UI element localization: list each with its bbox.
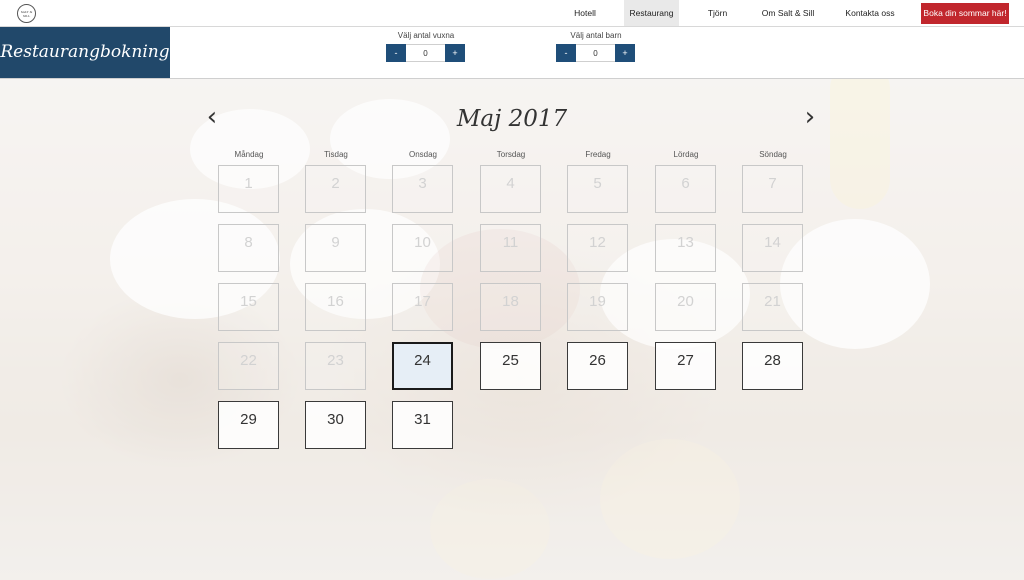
children-counter: Välj antal barn - + <box>556 30 636 62</box>
calendar-day[interactable]: 27 <box>655 342 716 390</box>
calendar-day: 22 <box>218 342 279 390</box>
top-navigation: SALT & SILL Hotell Restaurang Tjörn Om S… <box>0 0 1024 27</box>
calendar-day: 12 <box>567 224 628 272</box>
calendar-day: 10 <box>392 224 453 272</box>
calendar-day: 4 <box>480 165 541 213</box>
calendar-day: 6 <box>655 165 716 213</box>
calendar-day: 8 <box>218 224 279 272</box>
children-label: Välj antal barn <box>570 31 622 40</box>
calendar-day: 20 <box>655 283 716 331</box>
logo[interactable]: SALT & SILL <box>17 4 36 23</box>
page-title: Restaurangbokning <box>0 27 170 78</box>
children-input[interactable] <box>576 44 615 62</box>
calendar-day: 9 <box>305 224 366 272</box>
calendar-day[interactable]: 30 <box>305 401 366 449</box>
children-plus-button[interactable]: + <box>615 44 635 62</box>
calendar-day: 17 <box>392 283 453 331</box>
nav-item-tjorn[interactable]: Tjörn <box>699 0 736 26</box>
adults-counter: Välj antal vuxna - + <box>386 30 466 62</box>
calendar-day-today[interactable]: 24 <box>392 342 453 390</box>
nav-item-restaurang[interactable]: Restaurang <box>624 0 679 26</box>
weekday-label: Torsdag <box>496 150 526 159</box>
weekday-label: Tisdag <box>324 150 348 159</box>
calendar-day: 13 <box>655 224 716 272</box>
weekday-label: Lördag <box>673 150 699 159</box>
children-stepper: - + <box>556 44 636 62</box>
calendar-day: 7 <box>742 165 803 213</box>
calendar-day: 1 <box>218 165 279 213</box>
nav-item-hotell[interactable]: Hotell <box>566 0 604 26</box>
adults-stepper: - + <box>386 44 466 62</box>
booking-header: Restaurangbokning Välj antal vuxna - + V… <box>0 27 1024 79</box>
weekday-label: Fredag <box>585 150 611 159</box>
calendar-day[interactable]: 25 <box>480 342 541 390</box>
adults-minus-button[interactable]: - <box>386 44 406 62</box>
calendar-day: 15 <box>218 283 279 331</box>
calendar-day[interactable]: 28 <box>742 342 803 390</box>
book-summer-button[interactable]: Boka din sommar här! <box>921 3 1009 24</box>
weekday-label: Onsdag <box>408 150 438 159</box>
calendar-day: 19 <box>567 283 628 331</box>
calendar-day: 14 <box>742 224 803 272</box>
calendar-day: 3 <box>392 165 453 213</box>
calendar-day: 23 <box>305 342 366 390</box>
calendar-day: 5 <box>567 165 628 213</box>
nav-item-kontakta-oss[interactable]: Kontakta oss <box>841 0 899 26</box>
calendar-day: 11 <box>480 224 541 272</box>
nav-item-om-salt-sill[interactable]: Om Salt & Sill <box>758 0 818 26</box>
calendar-day: 16 <box>305 283 366 331</box>
adults-label: Välj antal vuxna <box>397 31 455 40</box>
adults-plus-button[interactable]: + <box>445 44 465 62</box>
chevron-left-icon[interactable]: ‹ <box>202 104 222 130</box>
calendar-day: 2 <box>305 165 366 213</box>
month-label: Maj 2017 <box>456 106 568 132</box>
calendar-day[interactable]: 26 <box>567 342 628 390</box>
children-minus-button[interactable]: - <box>556 44 576 62</box>
calendar-day: 18 <box>480 283 541 331</box>
weekday-label: Måndag <box>234 150 264 159</box>
weekday-label: Söndag <box>759 150 787 159</box>
adults-input[interactable] <box>406 44 445 62</box>
chevron-right-icon[interactable]: › <box>800 104 820 130</box>
calendar-day[interactable]: 29 <box>218 401 279 449</box>
calendar-day: 21 <box>742 283 803 331</box>
calendar-day[interactable]: 31 <box>392 401 453 449</box>
